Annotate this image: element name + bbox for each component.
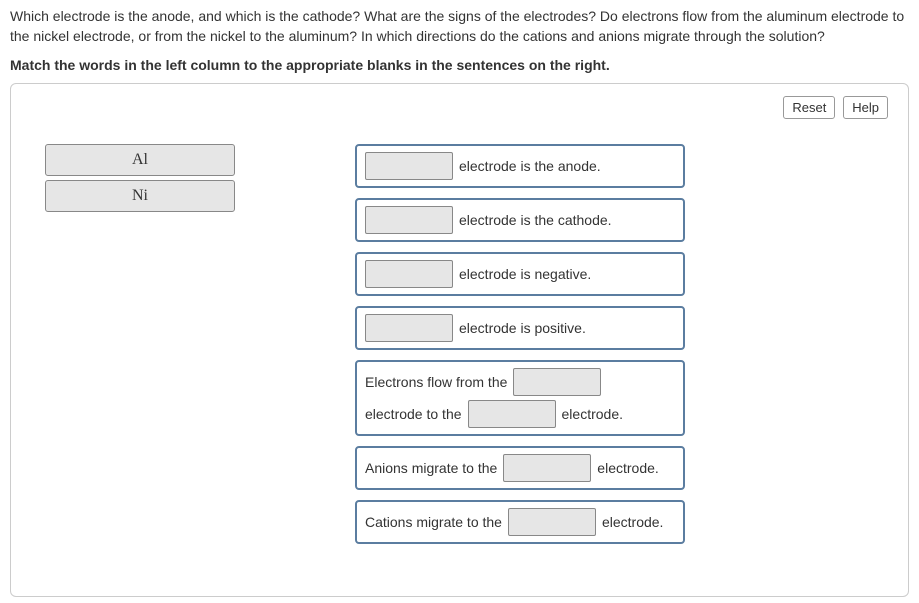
sentence-text: electrode. (562, 400, 623, 428)
sentence-text: Electrons flow from the (365, 368, 507, 396)
word-bank: Al Ni (45, 144, 235, 554)
toolbar: Reset Help (779, 96, 888, 119)
sentence-text: electrode is the anode. (459, 159, 601, 173)
reset-button[interactable]: Reset (783, 96, 835, 119)
drop-slot-electrons-from[interactable] (513, 368, 601, 396)
drop-slot-cathode[interactable] (365, 206, 453, 234)
instruction-text: Match the words in the left column to th… (10, 57, 909, 73)
sentence-text: electrode is positive. (459, 321, 586, 335)
sentence-anode: electrode is the anode. (355, 144, 685, 188)
word-al[interactable]: Al (45, 144, 235, 176)
sentence-text: electrode is the cathode. (459, 213, 612, 227)
help-button[interactable]: Help (843, 96, 888, 119)
drop-slot-anode[interactable] (365, 152, 453, 180)
page-container: Which electrode is the anode, and which … (0, 0, 919, 603)
sentence-text: Cations migrate to the (365, 508, 502, 536)
sentence-cations: Cations migrate to the electrode. (355, 500, 685, 544)
sentence-text: electrode. (597, 454, 658, 482)
question-paragraph: Which electrode is the anode, and which … (10, 6, 909, 47)
drop-slot-negative[interactable] (365, 260, 453, 288)
sentence-list: electrode is the anode. electrode is the… (355, 144, 685, 554)
word-ni[interactable]: Ni (45, 180, 235, 212)
sentence-cathode: electrode is the cathode. (355, 198, 685, 242)
work-area: Al Ni electrode is the anode. electrode … (25, 144, 894, 554)
sentence-electrons-flow: Electrons flow from the electrode to the… (355, 360, 685, 436)
sentence-text: Anions migrate to the (365, 454, 497, 482)
matching-panel: Reset Help Al Ni electrode is the anode.… (10, 83, 909, 597)
sentence-text: electrode. (602, 508, 663, 536)
drop-slot-positive[interactable] (365, 314, 453, 342)
drop-slot-cations[interactable] (508, 508, 596, 536)
sentence-anions: Anions migrate to the electrode. (355, 446, 685, 490)
sentence-negative: electrode is negative. (355, 252, 685, 296)
drop-slot-anions[interactable] (503, 454, 591, 482)
sentence-positive: electrode is positive. (355, 306, 685, 350)
drop-slot-electrons-to[interactable] (468, 400, 556, 428)
sentence-text: electrode to the (365, 400, 462, 428)
sentence-text: electrode is negative. (459, 267, 591, 281)
